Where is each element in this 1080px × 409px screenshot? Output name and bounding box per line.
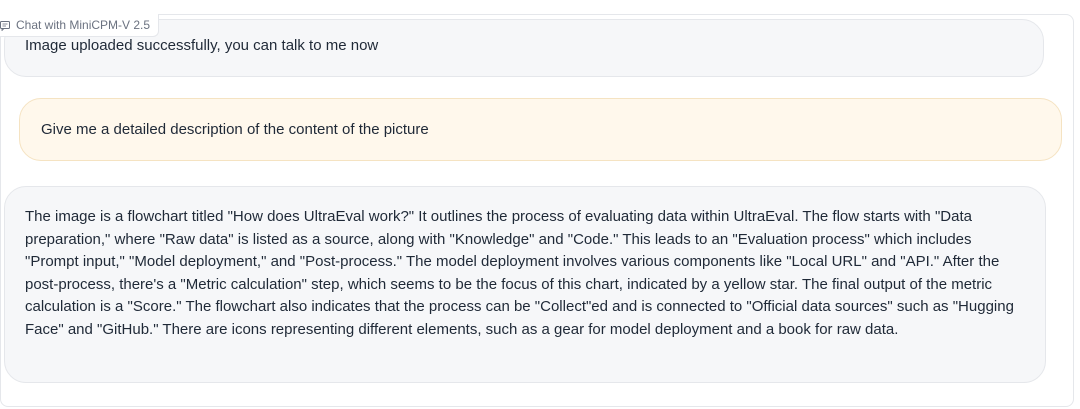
chatbot-label: Chat with MiniCPM-V 2.5 [0, 14, 160, 37]
chatbot-panel[interactable]: Image uploaded successfully, you can tal… [0, 14, 1074, 407]
user-message: Give me a detailed description of the co… [19, 98, 1062, 161]
message-text: The image is a flowchart titled "How doe… [25, 208, 1014, 338]
message-text: Give me a detailed description of the co… [41, 121, 429, 138]
chatbot-label-text: Chat with MiniCPM-V 2.5 [16, 18, 151, 32]
message-text: Image uploaded successfully, you can tal… [25, 37, 379, 54]
chat-icon [0, 20, 10, 32]
assistant-message: The image is a flowchart titled "How doe… [4, 186, 1046, 383]
assistant-message: Image uploaded successfully, you can tal… [4, 19, 1044, 77]
